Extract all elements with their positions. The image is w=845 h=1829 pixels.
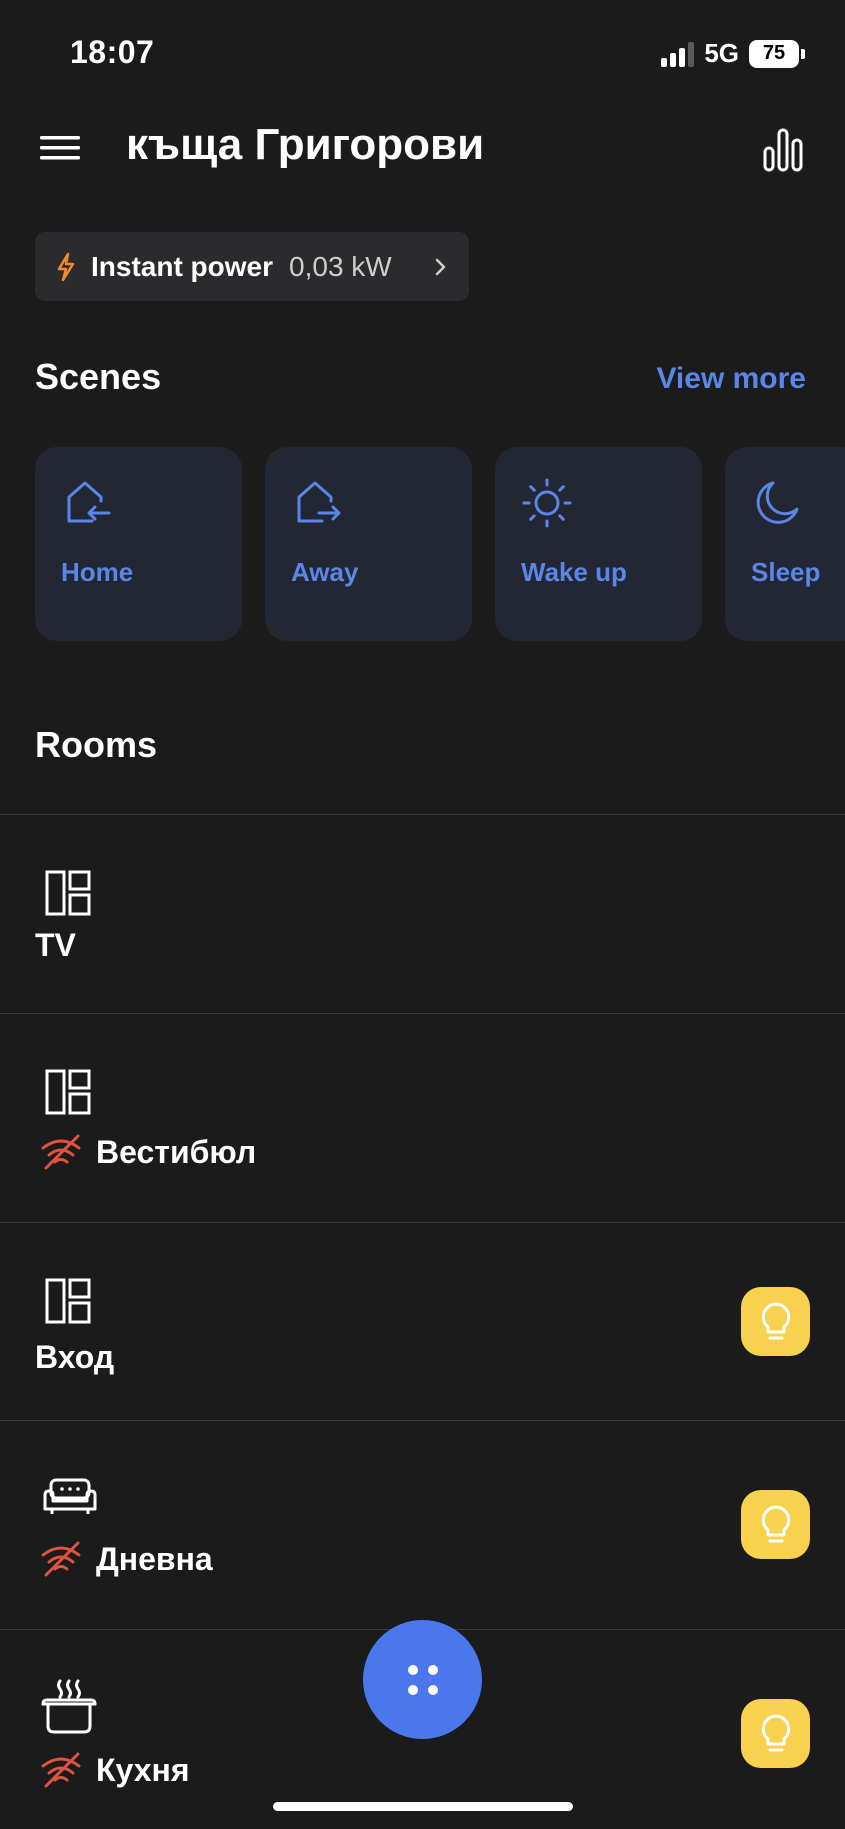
network-type: 5G — [704, 38, 739, 68]
page-title: къща Григорови — [126, 120, 485, 169]
light-bulb-icon — [761, 1505, 790, 1542]
room-entrance[interactable]: Вход — [0, 1223, 845, 1420]
lightning-icon — [57, 252, 75, 281]
cellular-signal-icon — [661, 41, 695, 67]
status-indicators: 5G 75 — [661, 38, 805, 69]
home-indicator — [273, 1802, 573, 1811]
room-name: TV — [35, 927, 76, 963]
status-time: 18:07 — [70, 34, 155, 70]
room-living-room[interactable]: Дневна — [0, 1421, 845, 1629]
moon-icon — [756, 481, 799, 524]
battery-icon: 75 — [749, 39, 805, 68]
room-name: Вестибюл — [96, 1134, 257, 1170]
statistics-button[interactable] — [760, 126, 806, 174]
wifi-off-icon — [41, 1541, 81, 1577]
view-more-link[interactable]: View more — [656, 362, 806, 396]
light-bulb-icon — [761, 1302, 790, 1339]
light-toggle-button[interactable] — [741, 1287, 810, 1356]
scene-sleep[interactable]: Sleep — [725, 447, 845, 641]
hamburger-menu-icon — [40, 136, 80, 160]
scene-label: Sleep — [751, 557, 821, 587]
bar-chart-icon — [763, 128, 803, 172]
light-toggle-button[interactable] — [741, 1490, 810, 1559]
home-enter-icon — [67, 481, 111, 523]
instant-power-value: 0,03 kW — [289, 250, 392, 282]
room-vestibule[interactable]: Вестибюл — [0, 1014, 845, 1222]
instant-power-button[interactable]: Instant power 0,03 kW — [35, 232, 469, 301]
cooking-pot-icon — [41, 1679, 97, 1734]
light-bulb-icon — [761, 1714, 790, 1751]
scene-label: Wake up — [521, 557, 627, 587]
battery-level: 75 — [749, 39, 799, 68]
sofa-icon — [43, 1478, 97, 1514]
menu-button[interactable] — [34, 130, 88, 170]
room-name: Вход — [35, 1339, 115, 1375]
wifi-off-icon — [41, 1752, 81, 1788]
scene-home[interactable]: Home — [35, 447, 242, 641]
room-name: Дневна — [96, 1541, 213, 1577]
light-toggle-button[interactable] — [741, 1699, 810, 1768]
scene-label: Home — [61, 557, 134, 587]
scenes-title: Scenes — [35, 356, 162, 397]
scene-away[interactable]: Away — [265, 447, 472, 641]
chevron-right-icon — [435, 258, 446, 275]
room-name: Кухня — [96, 1752, 190, 1788]
four-dots-icon — [407, 1664, 438, 1695]
scene-label: Away — [291, 557, 359, 587]
devices-fab-button[interactable] — [363, 1620, 482, 1739]
room-layout-icon — [45, 1069, 91, 1115]
rooms-title: Rooms — [35, 724, 158, 765]
room-tv[interactable]: TV — [0, 815, 845, 1013]
scene-wake-up[interactable]: Wake up — [495, 447, 702, 641]
wifi-off-icon — [41, 1134, 81, 1170]
sun-icon — [522, 478, 572, 528]
home-leave-icon — [297, 481, 341, 523]
room-layout-icon — [45, 870, 91, 916]
room-layout-icon — [45, 1278, 91, 1324]
instant-power-label: Instant power — [91, 250, 274, 282]
